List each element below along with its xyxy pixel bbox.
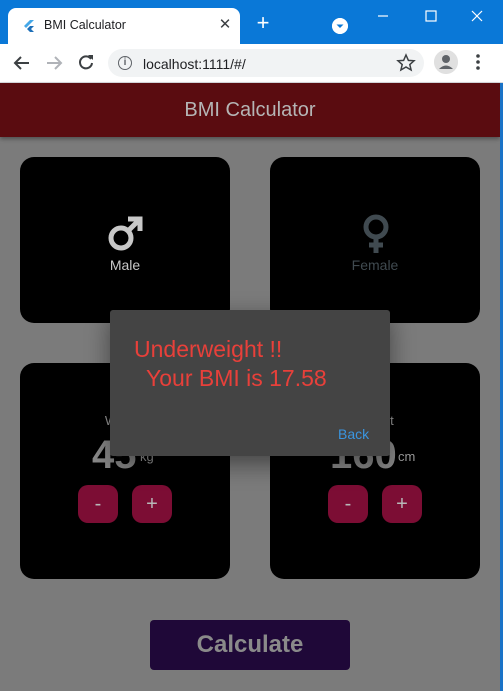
- male-card[interactable]: Male: [20, 157, 230, 323]
- browser-toolbar: i localhost:1111/#/: [0, 44, 503, 83]
- browser-tab[interactable]: BMI Calculator ✕: [8, 8, 240, 44]
- profile-avatar-icon[interactable]: [434, 50, 458, 74]
- site-info-icon[interactable]: i: [118, 56, 132, 70]
- minimize-icon[interactable]: [368, 6, 398, 26]
- male-icon: [108, 216, 143, 251]
- tab-search-icon[interactable]: [332, 18, 348, 34]
- result-category: Underweight !!: [134, 336, 283, 362]
- height-unit: cm: [398, 449, 416, 464]
- browser-titlebar: BMI Calculator ✕ +: [0, 0, 503, 44]
- tab-close-icon[interactable]: ✕: [216, 16, 234, 34]
- app-body: BMI Calculator Male Female Weight 45 kg …: [0, 83, 500, 691]
- window-close-icon[interactable]: [462, 6, 492, 26]
- new-tab-button[interactable]: +: [252, 12, 274, 34]
- flutter-icon: [24, 20, 34, 32]
- weight-plus-button[interactable]: +: [132, 485, 172, 523]
- maximize-icon[interactable]: [416, 6, 446, 26]
- app-bar: BMI Calculator: [0, 83, 500, 137]
- female-label: Female: [351, 257, 399, 273]
- app-title: BMI Calculator: [184, 99, 316, 121]
- result-bmi: Your BMI is 17.58: [146, 365, 327, 391]
- back-button[interactable]: Back: [338, 426, 369, 442]
- weight-minus-button[interactable]: -: [78, 485, 118, 523]
- tab-title: BMI Calculator: [44, 18, 126, 32]
- calculate-button[interactable]: Calculate: [150, 620, 350, 670]
- url-text[interactable]: localhost:1111/#/: [143, 56, 246, 72]
- male-label: Male: [109, 257, 141, 273]
- back-arrow-icon[interactable]: [12, 53, 32, 73]
- height-minus-button[interactable]: -: [328, 485, 368, 523]
- bookmark-star-icon[interactable]: [396, 53, 416, 73]
- female-card[interactable]: Female: [270, 157, 480, 323]
- reload-icon[interactable]: [76, 53, 96, 73]
- browser-menu-icon[interactable]: [472, 52, 484, 72]
- female-icon: [363, 214, 389, 253]
- forward-arrow-icon[interactable]: [44, 53, 64, 73]
- address-bar[interactable]: i localhost:1111/#/: [108, 49, 424, 77]
- result-dialog: Underweight !! Your BMI is 17.58 Back: [110, 310, 390, 456]
- height-plus-button[interactable]: +: [382, 485, 422, 523]
